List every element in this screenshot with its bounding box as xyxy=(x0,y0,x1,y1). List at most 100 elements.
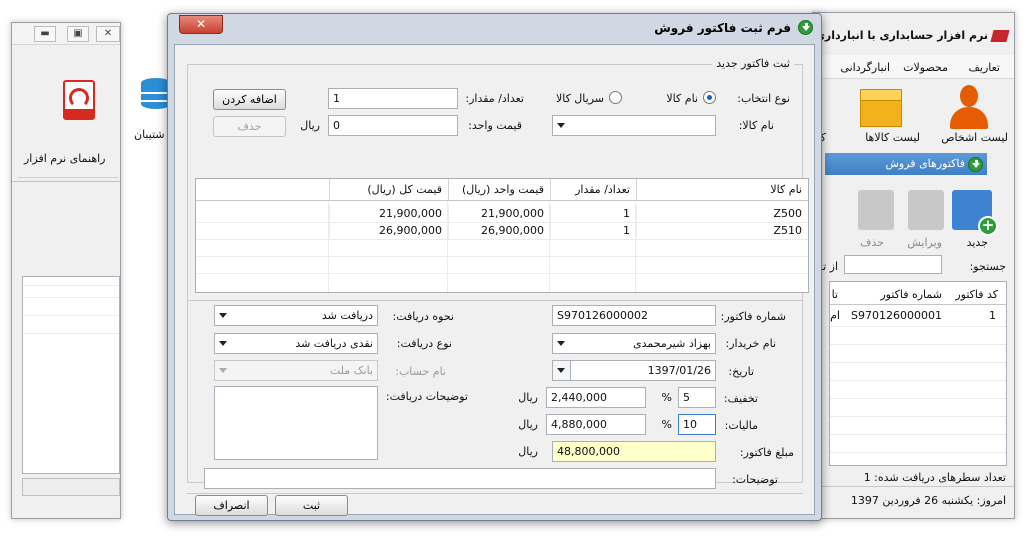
chevron-down-icon xyxy=(219,341,227,346)
account-label: نام حساب: xyxy=(395,365,446,378)
delete-folder-icon[interactable] xyxy=(858,190,894,230)
account-dropdown[interactable]: بانک ملت xyxy=(214,360,378,381)
discount-percent-sign: % xyxy=(661,391,672,404)
buyer-dropdown[interactable]: بهزاد شیرمحمدی xyxy=(552,333,716,354)
cell-unit-price[interactable]: 21,900,000 xyxy=(448,205,550,222)
discount-percent-input[interactable]: 5 xyxy=(678,387,716,408)
invoice-items-grid[interactable]: نام کالا تعداد/ مقدار قیمت واحد (ریال) ق… xyxy=(195,178,809,293)
total-currency: ریال xyxy=(518,445,538,458)
minimize-button[interactable]: ▬ xyxy=(34,26,56,42)
new-label: جدید xyxy=(966,236,988,249)
grid-header-qty: تعداد/ مقدار xyxy=(550,179,636,201)
chevron-down-icon xyxy=(557,341,565,346)
qty-label: تعداد/ مقدار: xyxy=(465,92,524,105)
cell-total[interactable]: 21,900,000 xyxy=(329,205,448,222)
from-label: از تا xyxy=(819,260,838,273)
pdf-icon[interactable] xyxy=(63,80,95,120)
tax-amount-input[interactable]: 4,880,000 xyxy=(546,414,646,435)
sales-invoice-dialog: ✕ فرم ثبت فاکتور فروش ثبت فاکتور جدید نو… xyxy=(167,13,822,521)
grid-header-number: شماره فاکتور xyxy=(880,288,942,301)
invoice-no-label: شماره فاکتور: xyxy=(720,310,786,323)
receive-notes-textarea[interactable] xyxy=(214,386,378,460)
tax-percent-input[interactable]: 10 xyxy=(678,414,716,435)
backup-label: شتیبان xyxy=(134,128,165,141)
dialog-title: فرم ثبت فاکتور فروش xyxy=(654,21,791,35)
left-grid[interactable] xyxy=(22,276,120,474)
grid-header-more: تا xyxy=(831,288,838,301)
group-title: ثبت فاکتور جدید xyxy=(712,57,794,70)
save-button[interactable]: ثبت xyxy=(275,495,348,516)
restore-button[interactable]: ▣ xyxy=(67,26,89,42)
invoice-list-grid[interactable]: کد فاکتور شماره فاکتور تا 1 S97012600000… xyxy=(829,281,1007,466)
unit-price-input[interactable]: 0 xyxy=(328,115,458,136)
radio-product-name[interactable] xyxy=(703,91,716,104)
discount-amount-input[interactable]: 2,440,000 xyxy=(546,387,646,408)
main-window-title: نرم افزار حسابداری با انبارداری آ xyxy=(807,29,988,42)
status-row-count: تعداد سطرهای دریافت شده: 1 xyxy=(863,471,1006,484)
edit-folder-icon[interactable] xyxy=(908,190,944,230)
left-window-titlebar: ▬ ▣ ✕ xyxy=(12,23,120,45)
notes-label: توضیحات: xyxy=(732,473,778,486)
buyer-label: نام خریدار: xyxy=(725,337,777,350)
calendar-dropdown-button[interactable] xyxy=(553,361,571,380)
tax-label: مالیات: xyxy=(724,419,758,432)
delete-label: حذف xyxy=(860,236,884,249)
grid-cell-more: ام xyxy=(830,309,840,322)
date-value: 1397/01/26 xyxy=(647,364,711,377)
box-icon[interactable] xyxy=(860,89,902,127)
close-button[interactable]: ✕ xyxy=(96,26,120,42)
select-type-label: نوع انتخاب: xyxy=(737,92,790,105)
delete-button[interactable]: حذف xyxy=(213,116,286,137)
product-name-label: نام کالا: xyxy=(738,119,774,132)
tax-currency: ریال xyxy=(518,418,538,431)
cell-total[interactable]: 26,900,000 xyxy=(329,222,448,239)
date-picker[interactable]: 1397/01/26 xyxy=(552,360,716,381)
search-input[interactable] xyxy=(844,255,942,274)
menu-bar: تعاریف محصولات انبارگردانی xyxy=(813,55,1014,79)
cell-qty[interactable]: 1 xyxy=(550,205,636,222)
guide-label: راهنمای نرم افزار xyxy=(24,152,106,165)
grid-header-code: کد فاکتور xyxy=(955,288,998,301)
receive-type-dropdown[interactable]: نقدی دریافت شد xyxy=(214,333,378,354)
radio-product-serial-label: سریال کالا xyxy=(555,92,604,105)
new-folder-icon[interactable]: + xyxy=(952,190,998,236)
cell-product[interactable]: Z500 xyxy=(636,205,808,222)
cancel-button[interactable]: انصراف xyxy=(195,495,268,516)
cell-qty[interactable]: 1 xyxy=(550,222,636,239)
menu-inventory[interactable]: انبارگردانی xyxy=(840,61,890,74)
dialog-body: ثبت فاکتور جدید نوع انتخاب: نام کالا سری… xyxy=(174,44,815,516)
receive-type-label: نوع دریافت: xyxy=(396,337,452,350)
persons-label: لیست اشخاص xyxy=(941,131,1008,144)
qty-input[interactable]: 1 xyxy=(328,88,458,109)
dialog-close-button[interactable]: ✕ xyxy=(179,15,223,34)
cell-product[interactable]: Z510 xyxy=(636,222,808,239)
search-label: جستجو: xyxy=(969,260,1006,273)
chevron-down-icon xyxy=(219,368,227,373)
receive-method-label: نحوه دریافت: xyxy=(392,310,455,323)
tab-download-icon xyxy=(968,157,983,172)
date-label: تاریخ: xyxy=(728,365,754,378)
chevron-down-icon xyxy=(557,368,565,373)
tab-sales-invoices-label: فاکتورهای فروش xyxy=(885,157,966,170)
dialog-title-icon xyxy=(798,20,813,35)
edit-label: ویرایش xyxy=(907,236,942,249)
cell-unit-price[interactable]: 26,900,000 xyxy=(448,222,550,239)
notes-input[interactable] xyxy=(204,468,716,489)
add-button[interactable]: اضافه کردن xyxy=(213,89,286,110)
tab-sales-invoices[interactable]: فاکتورهای فروش xyxy=(825,153,987,175)
unit-price-currency: ریال xyxy=(300,119,320,132)
receive-method-dropdown[interactable]: دریافت شد xyxy=(214,305,378,326)
grid-header-total: قیمت کل (ریال) xyxy=(329,179,448,201)
left-status xyxy=(22,478,120,496)
chevron-down-icon xyxy=(557,123,565,128)
grid-cell-number: S970126000001 xyxy=(851,309,942,322)
invoice-no-input[interactable]: S970126000002 xyxy=(552,305,716,326)
menu-products[interactable]: محصولات xyxy=(903,61,948,74)
menu-definitions[interactable]: تعاریف xyxy=(969,61,1000,74)
tax-percent-sign: % xyxy=(661,418,672,431)
radio-product-serial[interactable] xyxy=(609,91,622,104)
discount-label: تخفیف: xyxy=(723,392,758,405)
product-name-dropdown[interactable] xyxy=(552,115,716,136)
person-icon[interactable] xyxy=(948,85,988,129)
background-main-window: نرم افزار حسابداری با انبارداری آ تعاریف… xyxy=(807,12,1015,519)
